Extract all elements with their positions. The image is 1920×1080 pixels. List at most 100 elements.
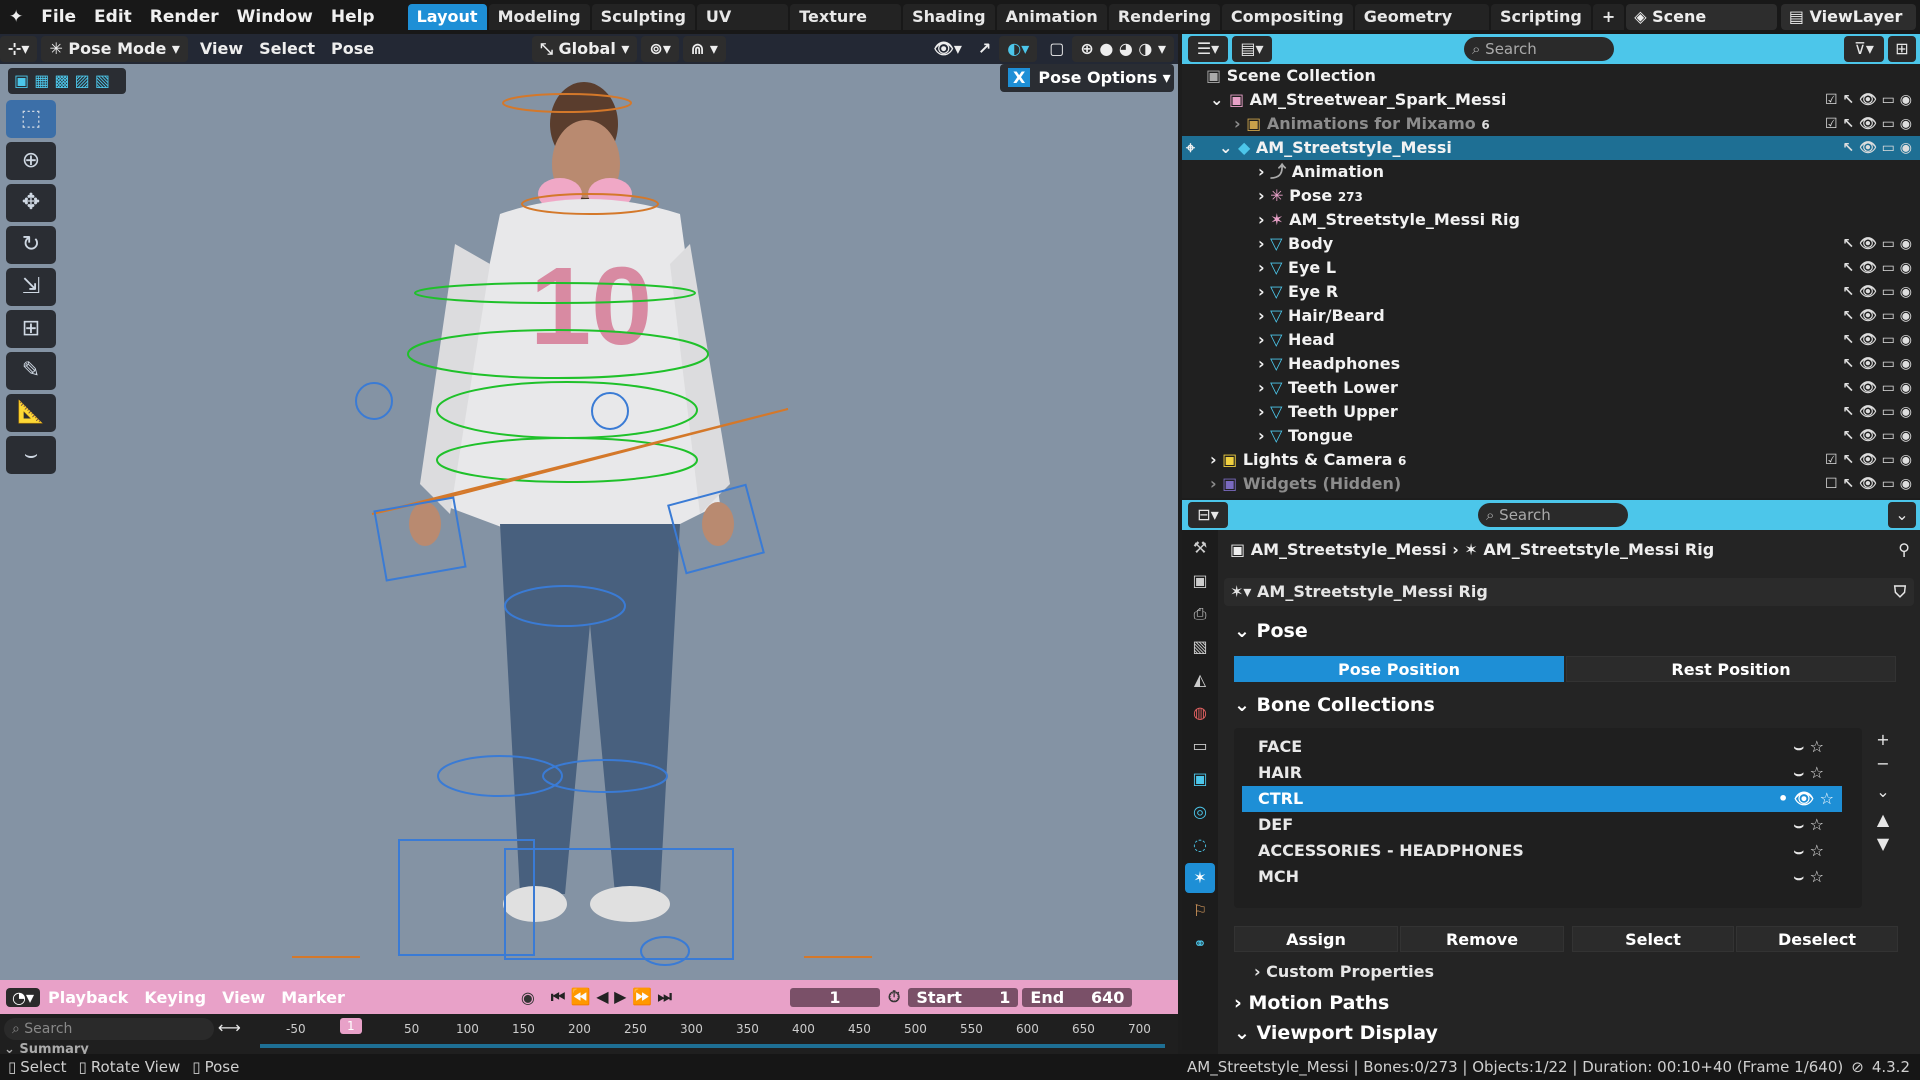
current-frame-field[interactable]: 1 [789, 987, 880, 1007]
tab-rendering[interactable]: Rendering [1108, 4, 1220, 30]
bone-collection-hair[interactable]: HAIR ⌣ ☆ [1242, 760, 1842, 786]
render-tab-icon[interactable]: ▣ [1185, 566, 1215, 596]
overlays-icon[interactable]: ◐▾ [999, 36, 1038, 62]
pin-icon[interactable]: ⚲ [1898, 540, 1910, 559]
visibility-toggles[interactable]: ↖ 👁 ▭ ◉ [1842, 280, 1912, 304]
outliner-row-eye-l[interactable]: › ▽ Eye L ↖ 👁 ▭ ◉ [1182, 256, 1920, 280]
data-name-field[interactable]: AM_Streetstyle_Messi Rig [1257, 582, 1488, 601]
bone-collection-face[interactable]: FACE ⌣ ☆ [1242, 734, 1842, 760]
visibility-toggles[interactable]: ↖ 👁 ▭ ◉ [1842, 400, 1912, 424]
visibility-toggles[interactable]: ↖ 👁 ▭ ◉ [1842, 232, 1912, 256]
outliner-row-animation[interactable]: › ⤴ Animation [1182, 160, 1920, 184]
outliner-row-rig[interactable]: › ✶ AM_Streetstyle_Messi Rig [1182, 208, 1920, 232]
swap-icon[interactable]: ⟷ [218, 1018, 241, 1037]
xray-icon[interactable]: ▢ [1041, 36, 1072, 62]
menu-keying[interactable]: Keying [136, 988, 214, 1007]
visibility-toggles[interactable]: ☑ ↖ 👁 ▭ ◉ [1825, 448, 1912, 472]
custom-properties-subpanel[interactable]: › Custom Properties [1254, 962, 1434, 981]
bone-collection-toggles[interactable]: ⌣ ☆ [1794, 760, 1824, 786]
armature-data-tab-icon[interactable]: ✶ [1185, 863, 1215, 893]
object-tab-icon[interactable]: ▣ [1185, 764, 1215, 794]
viewlayer-selector[interactable]: ▤ ViewLayer [1780, 4, 1916, 30]
pose-position-button[interactable]: Pose Position [1234, 656, 1564, 682]
remove-collection-icon[interactable]: − [1870, 752, 1896, 776]
bone-constraints-tab-icon[interactable]: ⚭ [1185, 929, 1215, 959]
expand-arrow-icon[interactable]: › [1258, 162, 1270, 181]
visibility-toggles[interactable]: ☐ ↖ 👁 ▭ ◉ [1825, 472, 1912, 496]
visibility-toggles[interactable]: ↖ 👁 ▭ ◉ [1842, 376, 1912, 400]
view-layer-tab-icon[interactable]: ▧ [1185, 632, 1215, 662]
bone-collection-mch[interactable]: MCH ⌣ ☆ [1242, 864, 1842, 890]
outliner-row-body[interactable]: › ▽ Body ↖ 👁 ▭ ◉ [1182, 232, 1920, 256]
outliner-row-headphones[interactable]: › ▽ Headphones ↖ 👁 ▭ ◉ [1182, 352, 1920, 376]
remove-button[interactable]: Remove [1400, 926, 1564, 952]
menu-view[interactable]: View [192, 36, 251, 62]
playback-controls[interactable]: ⏮ ⏪ ◀ ▶ ⏩ ⏭ [543, 987, 680, 1007]
add-workspace-button[interactable]: + [1592, 4, 1625, 30]
menu-window[interactable]: Window [228, 7, 322, 27]
expand-arrow-icon[interactable]: › [1258, 378, 1270, 397]
record-icon[interactable]: ◉ [513, 988, 543, 1007]
assign-button[interactable]: Assign [1234, 926, 1398, 952]
modifiers-tab-icon[interactable]: ◎ [1185, 797, 1215, 827]
bone-collection-toggles[interactable]: ⌣ ☆ [1794, 864, 1824, 890]
tab-compositing[interactable]: Compositing [1221, 4, 1353, 30]
viewport-display-section-header[interactable]: ⌄ Viewport Display [1234, 1022, 1438, 1044]
gizmo-icon[interactable]: ↗ [970, 36, 999, 62]
outliner-search-input[interactable]: ⌕ Search [1464, 37, 1614, 61]
expand-arrow-icon[interactable]: › [1234, 114, 1246, 133]
mode-selector[interactable]: ✳ Pose Mode ▾ [41, 36, 188, 62]
select-box-tool-icon[interactable]: ⬚ [6, 100, 56, 138]
outliner-row-head[interactable]: › ▽ Head ↖ 👁 ▭ ◉ [1182, 328, 1920, 352]
expand-arrow-icon[interactable]: › [1258, 330, 1270, 349]
visibility-toggles[interactable]: ↖ 👁 ▭ ◉ [1842, 304, 1912, 328]
select-button[interactable]: Select [1572, 926, 1734, 952]
properties-editor-icon[interactable]: ⊟▾ [1188, 502, 1228, 528]
tab-geometry-nodes[interactable]: Geometry Nodes [1354, 4, 1489, 52]
scene-selector[interactable]: ◈ Scene [1626, 4, 1777, 30]
properties-search-input[interactable]: ⌕ Search [1478, 503, 1628, 527]
current-frame-marker[interactable]: 1 [340, 1018, 362, 1034]
scale-tool-icon[interactable]: ⇲ [6, 268, 56, 306]
collection-menu-icon[interactable]: ⌄ [1870, 780, 1896, 804]
pose-section-header[interactable]: ⌄ Pose [1234, 620, 1308, 642]
visibility-toggles[interactable]: ↖ 👁 ▭ ◉ [1842, 136, 1912, 160]
outliner-row-eye-r[interactable]: › ▽ Eye R ↖ 👁 ▭ ◉ [1182, 280, 1920, 304]
expand-arrow-icon[interactable]: › [1258, 258, 1270, 277]
expand-arrow-icon[interactable]: › [1258, 210, 1270, 229]
world-tab-icon[interactable]: ◍ [1185, 698, 1215, 728]
display-mode-icon[interactable]: ▤▾ [1232, 36, 1272, 62]
outliner-row-widgets-hidden[interactable]: › ▣ Widgets (Hidden) ☐ ↖ 👁 ▭ ◉ [1182, 472, 1920, 496]
tab-scripting[interactable]: Scripting [1491, 4, 1591, 30]
menu-timeline-view[interactable]: View [214, 988, 273, 1007]
expand-arrow-icon[interactable]: › [1210, 450, 1222, 469]
tab-uv-editing[interactable]: UV Editing [696, 4, 789, 52]
pivot-icon[interactable]: ⊚▾ [641, 36, 679, 62]
data-block-selector[interactable]: ✶▾ AM_Streetstyle_Messi Rig ⛉ [1224, 578, 1914, 606]
snap-icon[interactable]: ⋒ ▾ [682, 36, 726, 62]
bone-collection-ctrl[interactable]: CTRL • 👁 ☆ [1242, 786, 1842, 812]
stopwatch-icon[interactable]: ⏱ [880, 987, 908, 1007]
outliner-row-streetstyle-messi[interactable]: ⌖ ⌄ ◆ AM_Streetstyle_Messi ↖ 👁 ▭ ◉ [1182, 136, 1920, 160]
annotate-tool-icon[interactable]: ✎ [6, 352, 56, 390]
bone-tab-icon[interactable]: ⚐ [1185, 896, 1215, 926]
outliner-row-lights-camera[interactable]: › ▣ Lights & Camera 6 ☑ ↖ 👁 ▭ ◉ [1182, 448, 1920, 472]
expand-arrow-icon[interactable]: › [1258, 282, 1270, 301]
move-up-icon[interactable]: ▲ [1870, 808, 1896, 832]
expand-arrow-icon[interactable]: › [1258, 402, 1270, 421]
blender-logo-icon[interactable]: ✦ [0, 7, 32, 27]
expand-arrow-icon[interactable]: ⌄ [1219, 138, 1238, 157]
add-collection-icon[interactable]: + [1870, 728, 1896, 752]
editor-type-icon[interactable]: ⊹▾ [0, 36, 38, 62]
expand-arrow-icon[interactable]: › [1258, 234, 1270, 253]
bone-collections-section-header[interactable]: ⌄ Bone Collections [1234, 694, 1435, 716]
outliner-row-tongue[interactable]: › ▽ Tongue ↖ 👁 ▭ ◉ [1182, 424, 1920, 448]
menu-pose[interactable]: Pose [323, 36, 382, 62]
outliner-row-streetwear-collection[interactable]: ⌄ ▣ AM_Streetwear_Spark_Messi ☑ ↖ 👁 ▭ ◉ [1182, 88, 1920, 112]
expand-arrow-icon[interactable]: › [1258, 306, 1270, 325]
rest-position-button[interactable]: Rest Position [1566, 656, 1896, 682]
menu-playback[interactable]: Playback [40, 988, 136, 1007]
visibility-toggles[interactable]: ↖ 👁 ▭ ◉ [1842, 328, 1912, 352]
bone-collection-toggles[interactable]: ⌣ ☆ [1794, 812, 1824, 838]
rotate-tool-icon[interactable]: ↻ [6, 226, 56, 264]
